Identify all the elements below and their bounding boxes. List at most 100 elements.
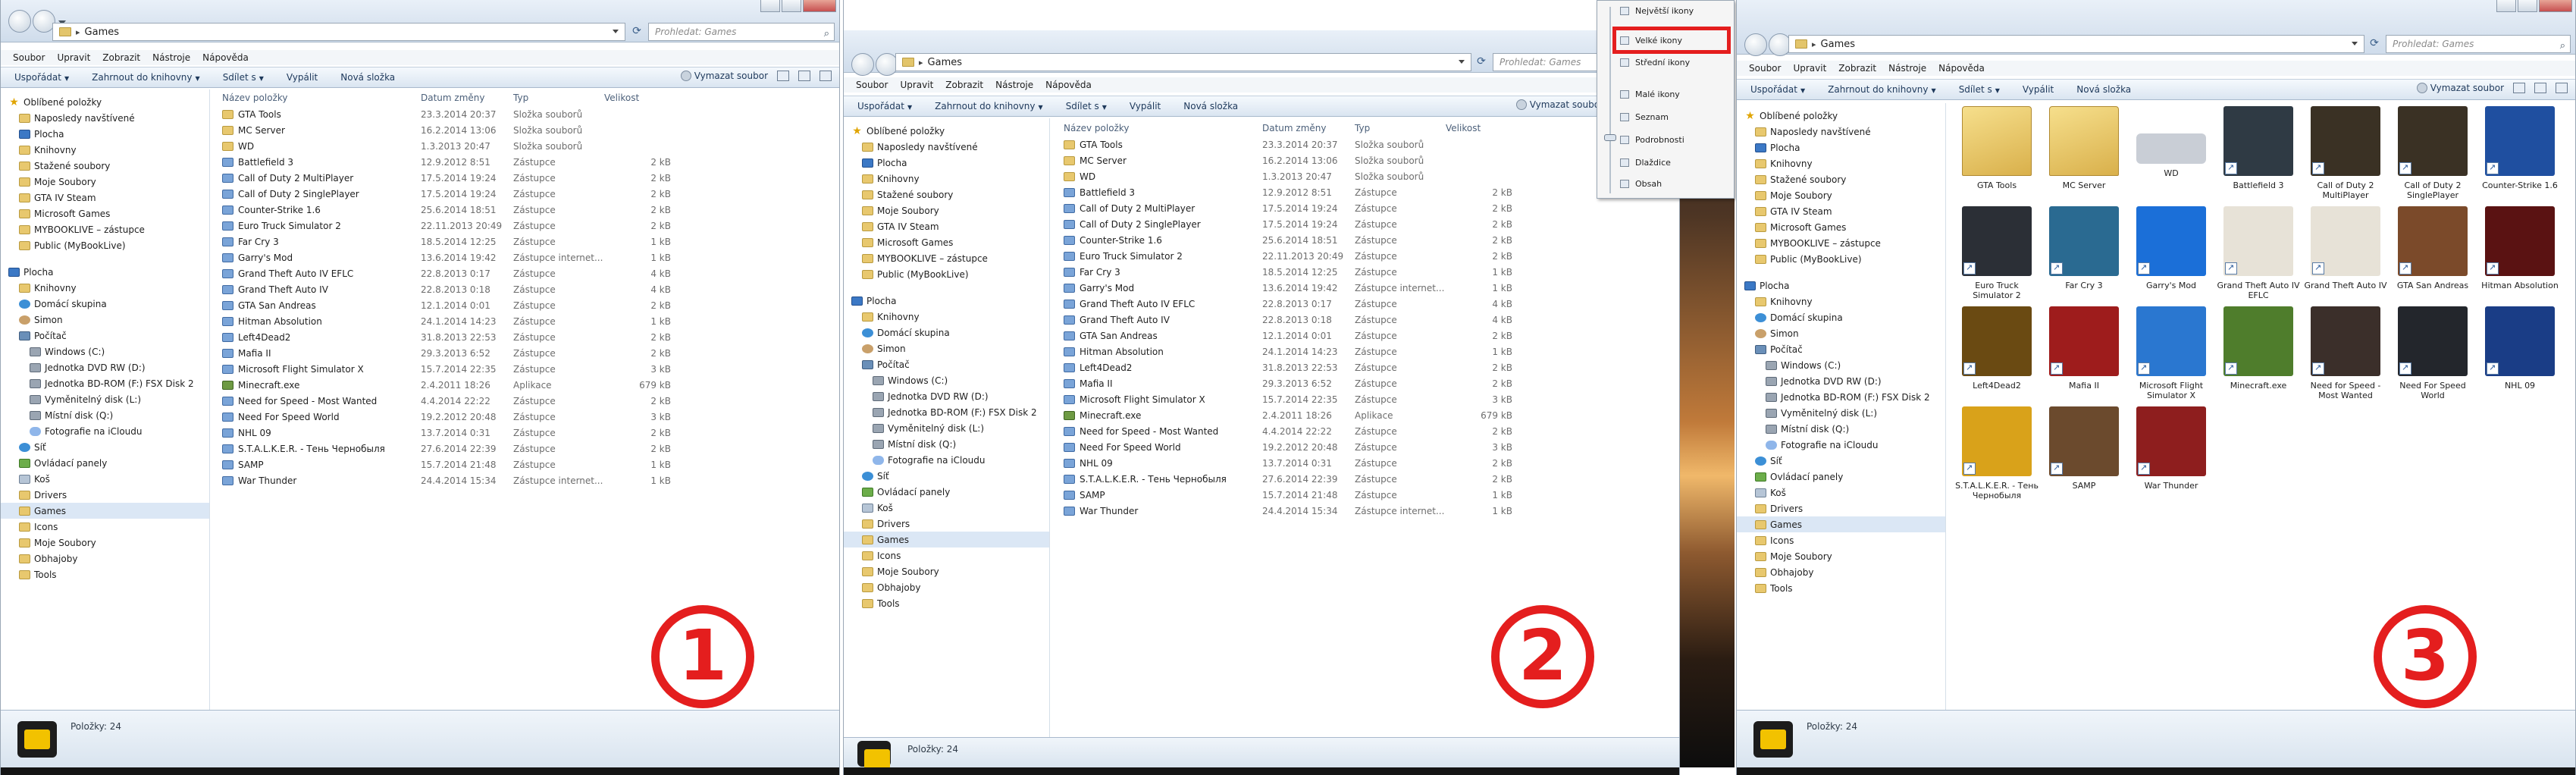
change-view-icon[interactable] — [777, 71, 789, 81]
icon-tile[interactable]: Battlefield 3 — [2217, 106, 2300, 190]
nav-item[interactable]: Domácí skupina — [1755, 309, 1843, 325]
nav-item[interactable]: Games — [1, 503, 209, 519]
file-row[interactable]: WD 1.3.2013 20:47 Složka souborů — [222, 138, 677, 154]
file-row[interactable]: Mafia II 29.3.2013 6:52 Zástupce 2 kB — [1064, 375, 1518, 391]
file-row[interactable]: Call of Duty 2 SinglePlayer 17.5.2014 19:… — [1064, 216, 1518, 232]
view-slider-track[interactable] — [1609, 7, 1611, 193]
nav-item[interactable]: Plocha — [862, 155, 907, 171]
nav-item[interactable]: Místní disk (Q:) — [873, 436, 956, 452]
maximize-button[interactable] — [782, 0, 801, 12]
search-input[interactable]: Prohledat: Games ⌕ — [648, 23, 835, 41]
new-folder-button[interactable]: Nová složka — [340, 72, 395, 83]
nav-item[interactable]: Moje Soubory — [19, 535, 96, 551]
nav-item[interactable]: Počítač — [1755, 341, 1803, 357]
preview-pane-icon[interactable] — [798, 71, 810, 81]
search-icon[interactable]: ⌕ — [2560, 38, 2565, 55]
nav-item[interactable]: Tools — [1755, 580, 1793, 596]
file-row[interactable]: Need for Speed - Most Wanted 4.4.2014 22:… — [222, 393, 677, 409]
nav-item[interactable]: Jednotka DVD RW (D:) — [1766, 373, 1882, 389]
file-row[interactable]: War Thunder 24.4.2014 15:34 Zástupce inter… — [1064, 503, 1518, 519]
view-option-small[interactable]: Malé ikony — [1620, 87, 1680, 101]
nav-item[interactable]: Windows (C:) — [30, 344, 105, 359]
file-row[interactable]: Euro Truck Simulator 2 22.11.2013 20:49 Zá… — [1064, 248, 1518, 264]
nav-item[interactable]: Fotografie na iCloudu — [873, 452, 986, 468]
nav-item[interactable]: Jednotka BD-ROM (F:) FSX Disk 2 — [1766, 389, 1930, 405]
nav-item[interactable]: Games — [844, 532, 1049, 548]
column-header-name[interactable]: Název položky — [222, 93, 287, 103]
minimize-button[interactable] — [760, 0, 780, 12]
nav-item[interactable]: Fotografie na iCloudu — [1766, 437, 1879, 453]
refresh-icon[interactable]: ⟳ — [2366, 35, 2383, 53]
file-row[interactable]: Garry's Mod 13.6.2014 19:42 Zástupce inter… — [1064, 280, 1518, 296]
nav-item[interactable]: Knihovny — [1755, 155, 1813, 171]
icon-tile[interactable]: GTA San Andreas — [2391, 206, 2474, 290]
nav-item[interactable]: Moje Soubory — [19, 174, 96, 190]
icon-tile[interactable]: Garry's Mod — [2129, 206, 2213, 290]
file-row[interactable]: Need for Speed - Most Wanted 4.4.2014 22:… — [1064, 423, 1518, 439]
nav-item[interactable]: Drivers — [19, 487, 67, 503]
burn-button[interactable]: Vypálit — [2023, 84, 2054, 95]
include-library-button[interactable]: Zahrnout do knihovny ▼ — [1828, 84, 1936, 95]
column-header-date[interactable]: Datum změny — [1262, 123, 1327, 133]
nav-item[interactable]: Icons — [1755, 532, 1794, 548]
file-row[interactable]: Left4Dead2 31.8.2013 22:53 Zástupce 2 kB — [1064, 359, 1518, 375]
menu-help[interactable]: Nápověda — [1938, 61, 1985, 76]
back-button[interactable] — [8, 10, 31, 33]
maximize-button[interactable] — [2518, 0, 2537, 12]
nav-item[interactable]: Knihovny — [862, 309, 920, 325]
nav-item[interactable]: Plocha — [851, 293, 896, 309]
column-header-size[interactable]: Velikost — [604, 93, 639, 103]
icon-tile[interactable]: Grand Theft Auto IV EFLC — [2217, 206, 2300, 300]
file-row[interactable]: GTA Tools 23.3.2014 20:37 Složka souborů — [222, 106, 677, 122]
nav-item[interactable]: Drivers — [862, 516, 910, 532]
column-header-date[interactable]: Datum změny — [421, 93, 485, 103]
nav-item[interactable]: Stažené soubory — [1755, 171, 1846, 187]
nav-item[interactable]: Windows (C:) — [1766, 357, 1841, 373]
search-icon[interactable]: ⌕ — [824, 26, 829, 42]
nav-item[interactable]: Ovládací panely — [862, 484, 950, 500]
nav-item[interactable]: Knihovny — [19, 142, 77, 158]
view-option-tiles[interactable]: Dlaždice — [1620, 155, 1671, 169]
nav-item[interactable]: Obhajoby — [862, 579, 920, 595]
nav-item[interactable]: Ovládací panely — [19, 455, 107, 471]
file-row[interactable]: Call of Duty 2 MultiPlayer 17.5.2014 19:2… — [1064, 200, 1518, 216]
nav-item[interactable]: Public (MyBookLive) — [862, 266, 969, 282]
organize-button[interactable]: Uspořádat ▼ — [1750, 84, 1805, 95]
clear-library-button[interactable]: Vymazat soubor — [680, 71, 768, 81]
file-row[interactable]: GTA San Andreas 12.1.2014 0:01 Zástupce 2 k… — [1064, 328, 1518, 344]
address-bar[interactable]: ▸ Games — [895, 53, 1471, 71]
nav-item[interactable]: Plocha — [19, 126, 64, 142]
icon-tile[interactable]: SAMP — [2042, 406, 2126, 491]
file-row[interactable]: Grand Theft Auto IV EFLC 22.8.2013 0:17 Zá… — [222, 265, 677, 281]
file-row[interactable]: War Thunder 24.4.2014 15:34 Zástupce inter… — [222, 472, 677, 488]
view-option-extra-large[interactable]: Největší ikony — [1620, 4, 1694, 17]
back-button[interactable] — [851, 53, 874, 76]
nav-item[interactable]: Vyměnitelný disk (L:) — [30, 391, 141, 407]
nav-item[interactable]: Windows (C:) — [873, 372, 948, 388]
icon-tile[interactable]: Microsoft Flight Simulator X — [2129, 306, 2213, 400]
nav-item[interactable]: Koš — [1755, 485, 1786, 500]
nav-item[interactable]: Moje Soubory — [862, 202, 939, 218]
nav-item[interactable]: Počítač — [19, 328, 67, 344]
icon-tile[interactable]: GTA Tools — [1955, 106, 2039, 190]
file-row[interactable]: Hitman Absolution 24.1.2014 14:23 Zástupce… — [222, 313, 677, 329]
column-header-name[interactable]: Název položky — [1064, 123, 1129, 133]
chevron-down-icon[interactable] — [1459, 60, 1465, 64]
file-row[interactable]: NHL 09 13.7.2014 0:31 Zástupce 2 kB — [222, 425, 677, 441]
icon-tile[interactable]: WD — [2129, 106, 2213, 178]
menu-edit[interactable]: Upravit — [1793, 61, 1826, 76]
file-row[interactable]: Euro Truck Simulator 2 22.11.2013 20:49 Zá… — [222, 218, 677, 234]
include-library-button[interactable]: Zahrnout do knihovny ▼ — [935, 101, 1043, 111]
file-row[interactable]: Left4Dead2 31.8.2013 22:53 Zástupce 2 kB — [222, 329, 677, 345]
icon-tile[interactable]: NHL 09 — [2478, 306, 2562, 391]
file-row[interactable]: Grand Theft Auto IV EFLC 22.8.2013 0:17 Zá… — [1064, 296, 1518, 312]
new-folder-button[interactable]: Nová složka — [1183, 101, 1238, 111]
view-option-details[interactable]: Podrobnosti — [1620, 133, 1684, 146]
file-row[interactable]: Far Cry 3 18.5.2014 12:25 Zástupce 1 kB — [222, 234, 677, 249]
nav-item[interactable]: Plocha — [8, 264, 53, 280]
menu-file[interactable]: Soubor — [856, 77, 888, 93]
file-row[interactable]: MC Server 16.2.2014 13:06 Složka souborů — [222, 122, 677, 138]
icon-tile[interactable]: Need For Speed World — [2391, 306, 2474, 400]
organize-button[interactable]: Uspořádat ▼ — [857, 101, 912, 111]
menu-tools[interactable]: Nástroje — [995, 77, 1033, 93]
